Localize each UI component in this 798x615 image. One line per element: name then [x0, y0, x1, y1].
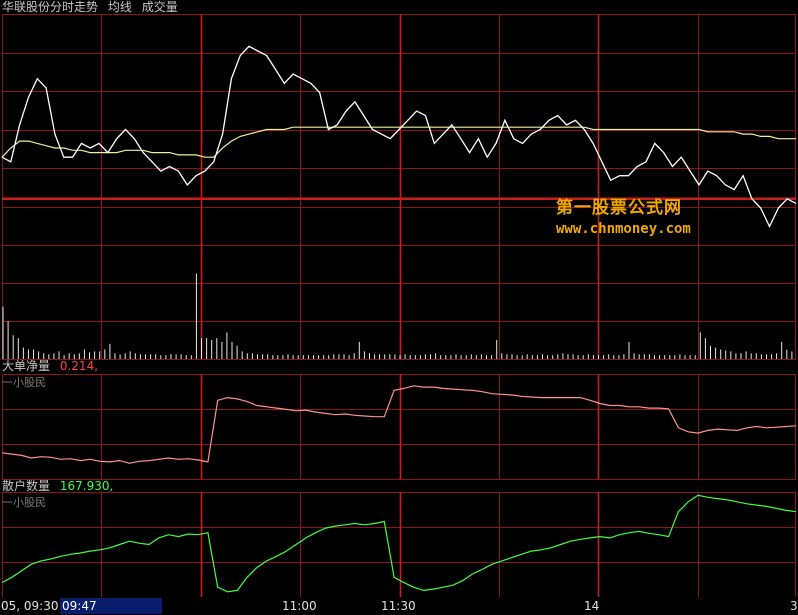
big-order-value: 0.214, — [59, 359, 99, 373]
time-tick-1130: 11:30 — [381, 599, 416, 613]
legend-avg: 均线 — [107, 0, 132, 14]
intraday-chart[interactable] — [0, 0, 798, 615]
big-order-line — [1, 385, 797, 464]
avg-price-line — [1, 126, 796, 158]
stock-title: 华联股份分时走势 — [2, 0, 99, 14]
legend-volume: 成交量 — [141, 0, 178, 14]
retail-sub: 一小股民 — [2, 496, 46, 509]
retail-header: 散户数量 167.930, — [2, 479, 113, 493]
time-cursor[interactable]: 09:47 — [60, 598, 162, 614]
big-order-title: 大单净量 — [2, 359, 51, 373]
time-cursor-label: 09:47 — [62, 599, 97, 613]
big-order-sub: 一小股民 — [2, 376, 46, 389]
time-tick-14: 14 — [584, 599, 600, 613]
watermark-url: www.chnmoney.com — [556, 221, 691, 237]
watermark-title: 第一股票公式网 — [556, 198, 682, 218]
retail-line — [1, 494, 797, 593]
time-tick-1100: 11:00 — [282, 599, 317, 613]
time-axis-start: 05, 09:30 — [1, 599, 59, 613]
big-order-header: 大单净量 0.214, — [2, 359, 98, 373]
retail-value: 167.930, — [59, 479, 114, 493]
time-tick-end: 3 — [790, 599, 798, 613]
retail-title: 散户数量 — [2, 479, 51, 493]
chart-title: 华联股份分时走势 均线 成交量 — [2, 0, 178, 14]
